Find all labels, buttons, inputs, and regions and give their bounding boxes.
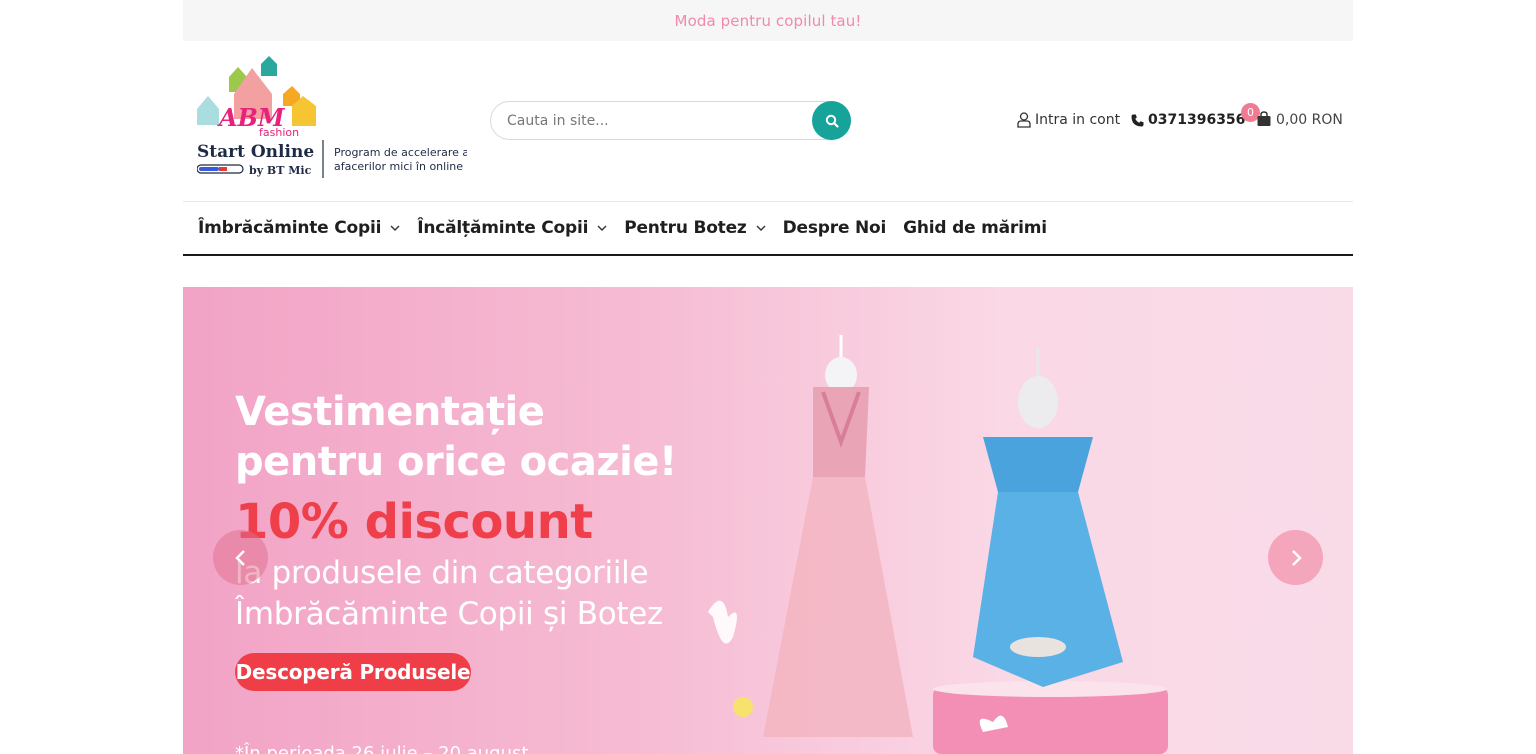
nav-item-ghid-marimi[interactable]: Ghid de mărimi <box>903 218 1047 238</box>
user-icon <box>1017 112 1031 128</box>
site-logo[interactable]: ABM fashion Start Online by BT Mic Progr… <box>196 54 469 179</box>
search-button[interactable] <box>812 101 851 140</box>
dresses-illustration <box>701 335 1168 754</box>
nav-item-imbracaminte-copii[interactable]: Îmbrăcăminte Copii <box>198 218 400 238</box>
discover-products-button[interactable]: Descoperă Produsele <box>235 653 471 691</box>
login-label: Intra in cont <box>1035 112 1121 128</box>
svg-text:by BT Mic: by BT Mic <box>249 164 312 177</box>
nav-item-label: Încălțăminte Copii <box>417 218 589 238</box>
phone-number[interactable]: 0371396356 <box>1131 112 1245 128</box>
hero-title-line-2: pentru orice ocazie! <box>235 439 677 485</box>
login-link[interactable]: Intra in cont <box>1017 112 1120 128</box>
search-bar <box>490 101 851 140</box>
chevron-down-icon <box>597 225 607 231</box>
slider-next-button[interactable] <box>1268 530 1323 585</box>
nav-item-label: Îmbrăcăminte Copii <box>198 218 382 238</box>
hero-footnote: *În perioada 26 iulie – 20 august <box>235 743 529 754</box>
hero-title-line-1: Vestimentație <box>235 389 545 435</box>
hero-discount: 10% discount <box>235 494 593 550</box>
cart-button[interactable]: 0 0,00 RON <box>1241 103 1351 139</box>
nav-item-label: Despre Noi <box>782 218 887 238</box>
hero-slider: Vestimentație pentru orice ocazie! 10% d… <box>183 287 1353 754</box>
svg-text:afacerilor mici în online: afacerilor mici în online <box>334 160 463 173</box>
nav-item-pentru-botez[interactable]: Pentru Botez <box>624 218 766 238</box>
abm-logo-graphic: ABM fashion Start Online by BT Mic Progr… <box>196 56 469 178</box>
hero-subtitle: la produsele din categoriile Îmbrăcămint… <box>235 553 663 635</box>
search-icon <box>825 114 839 128</box>
nav-item-label: Ghid de mărimi <box>903 218 1047 238</box>
hero-subtitle-line-1: la produsele din categoriile <box>235 555 649 591</box>
slider-prev-button[interactable] <box>213 530 268 585</box>
svg-text:Program de accelerare a: Program de accelerare a <box>334 146 467 159</box>
nav-item-incaltaminte-copii[interactable]: Încălțăminte Copii <box>417 218 607 238</box>
search-input[interactable] <box>491 102 850 139</box>
announcement-text: Moda pentru copilul tau! <box>674 11 862 30</box>
hero-title: Vestimentație pentru orice ocazie! <box>235 387 677 487</box>
chevron-down-icon <box>390 225 400 231</box>
nav-item-despre-noi[interactable]: Despre Noi <box>783 218 887 238</box>
hero-subtitle-line-2: Îmbrăcăminte Copii și Botez <box>235 596 663 632</box>
nav-item-label: Pentru Botez <box>624 218 747 238</box>
shopping-bag-icon <box>1257 111 1271 126</box>
svg-text:Start Online: Start Online <box>197 142 314 162</box>
chevron-left-icon <box>234 549 245 566</box>
site-header: ABM fashion Start Online by BT Mic Progr… <box>183 41 1353 201</box>
chevron-right-icon <box>1291 549 1302 566</box>
top-announcement-bar: Moda pentru copilul tau! <box>183 0 1353 41</box>
phone-label: 0371396356 <box>1148 112 1246 128</box>
chevron-down-icon <box>756 225 766 231</box>
cart-total: 0,00 RON <box>1276 112 1343 128</box>
main-navigation: Îmbrăcăminte Copii Încălțăminte Copii Pe… <box>183 201 1353 256</box>
phone-icon <box>1131 114 1144 126</box>
svg-text:fashion: fashion <box>259 126 299 139</box>
